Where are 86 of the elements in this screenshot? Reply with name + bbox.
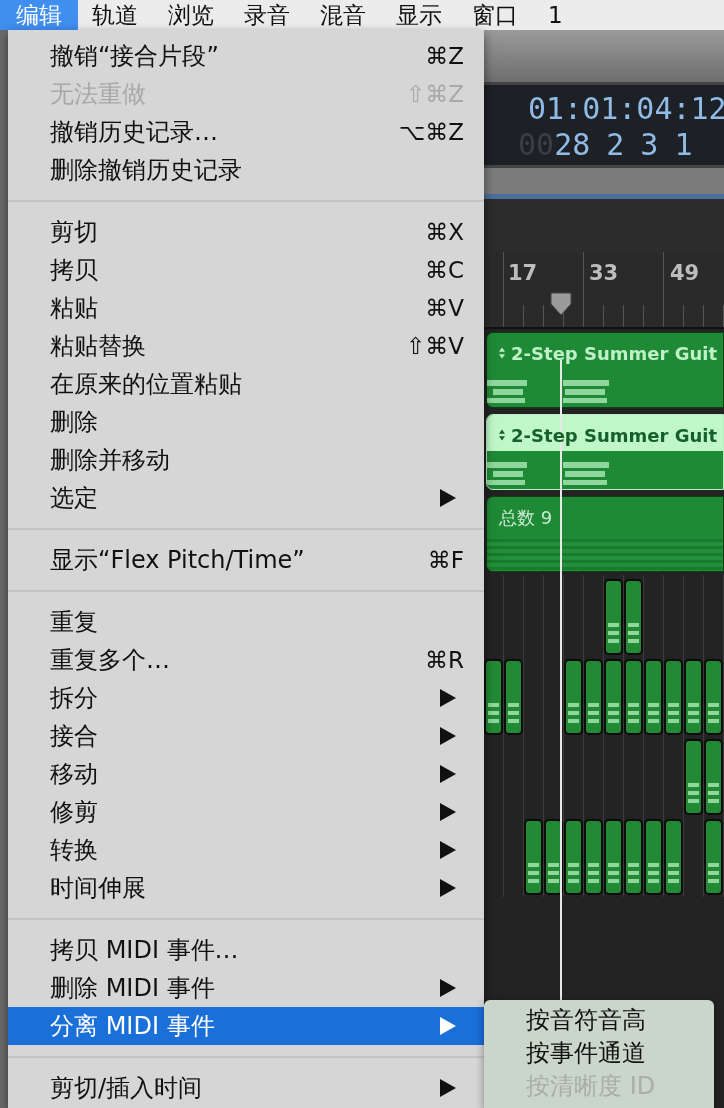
menu-item[interactable]: 接合 xyxy=(8,717,484,755)
midi-region[interactable] xyxy=(604,819,623,895)
menu-item[interactable]: 显示“Flex Pitch/Time” ⌘F xyxy=(8,541,484,579)
ruler-number: 17 xyxy=(508,260,538,287)
midi-region[interactable] xyxy=(684,659,703,735)
time-display: 01:01:04:12 xyxy=(528,91,724,127)
menu-item[interactable]: 时间伸展 xyxy=(8,869,484,907)
menu-item[interactable]: 按事件通道 xyxy=(484,1037,714,1070)
menu-item[interactable]: 转换 xyxy=(8,831,484,869)
midi-region[interactable] xyxy=(564,659,583,735)
bar-position-digits: 28 xyxy=(554,127,591,163)
shortcut-label: ⌘X xyxy=(425,217,464,247)
menu-bar-item[interactable]: 浏览 xyxy=(152,0,230,30)
bar-position-digits: 3 xyxy=(640,127,659,163)
submenu-arrow-icon xyxy=(440,841,456,859)
menu-item[interactable]: 剪切/插入时间 xyxy=(8,1069,484,1107)
midi-region[interactable] xyxy=(604,659,623,735)
menu-item[interactable]: 重复多个… ⌘R xyxy=(8,641,484,679)
midi-region[interactable] xyxy=(624,579,643,655)
submenu-arrow-icon xyxy=(440,979,456,997)
ruler-number: 33 xyxy=(589,260,619,287)
bar-position-digits: 1 xyxy=(674,127,693,163)
menu-item[interactable]: 拷贝 ⌘C xyxy=(8,251,484,289)
submenu-arrow-icon xyxy=(440,803,456,821)
midi-region[interactable] xyxy=(584,659,603,735)
midi-region[interactable] xyxy=(684,739,703,815)
region-name: 2-Step Summer Guit xyxy=(511,423,717,448)
menu-bar-item[interactable]: 窗口 xyxy=(456,0,534,30)
menu-item[interactable]: 粘贴 ⌘V xyxy=(8,289,484,327)
midi-region[interactable] xyxy=(524,819,543,895)
midi-region[interactable] xyxy=(644,659,663,735)
menu-item[interactable]: 剪切 ⌘X xyxy=(8,213,484,251)
menu-item[interactable]: 移动 xyxy=(8,755,484,793)
menu-bar-item[interactable]: 1 xyxy=(532,0,579,30)
bar-position-digits: 2 xyxy=(606,127,625,163)
shortcut-label: ⇧⌘V xyxy=(406,331,464,361)
menu-item[interactable]: 分离 MIDI 事件 xyxy=(8,1007,484,1045)
menu-item[interactable]: 删除 MIDI 事件 xyxy=(8,969,484,1007)
menu-item[interactable]: 删除 xyxy=(8,403,484,441)
menu-item[interactable]: 重复 xyxy=(8,603,484,641)
midi-region[interactable] xyxy=(704,819,723,895)
menu-item[interactable]: 撤销“接合片段” ⌘Z xyxy=(8,37,484,75)
submenu-arrow-icon xyxy=(440,689,456,707)
shortcut-label: ⌘V xyxy=(425,293,464,323)
midi-region[interactable] xyxy=(664,659,683,735)
midi-region[interactable] xyxy=(604,579,623,655)
shortcut-label: ⌘R xyxy=(425,645,464,675)
region-name: 总数 9 xyxy=(499,505,553,530)
submenu-arrow-icon xyxy=(440,1079,456,1097)
submenu-arrow-icon xyxy=(440,765,456,783)
midi-region[interactable] xyxy=(624,659,643,735)
shortcut-label: ⌘C xyxy=(424,255,464,285)
menu-bar-item[interactable]: 显示 xyxy=(380,0,458,30)
menu-item[interactable]: 撤销历史记录… ⌥⌘Z xyxy=(8,113,484,151)
menu-bar-item[interactable]: 混音 xyxy=(304,0,382,30)
midi-region[interactable] xyxy=(664,819,683,895)
midi-region[interactable] xyxy=(644,819,663,895)
submenu-arrow-icon xyxy=(440,879,456,897)
submenu-arrow-icon xyxy=(440,727,456,745)
shortcut-label: ⌥⌘Z xyxy=(398,117,464,147)
menu-item[interactable]: 粘贴替换 ⇧⌘V xyxy=(8,327,484,365)
midi-region[interactable] xyxy=(704,659,723,735)
midi-region[interactable] xyxy=(584,819,603,895)
shortcut-label: ⌘Z xyxy=(425,41,464,71)
playhead-icon xyxy=(550,292,572,316)
menu-bar-item[interactable]: 轨道 xyxy=(76,0,154,30)
midi-region[interactable] xyxy=(704,739,723,815)
menu-item[interactable]: 拷贝 MIDI 事件… xyxy=(8,931,484,969)
midi-region[interactable] xyxy=(504,659,523,735)
menu-item[interactable]: 选定 xyxy=(8,479,484,517)
region-name: 2-Step Summer Guit xyxy=(511,341,717,366)
midi-region[interactable] xyxy=(484,659,503,735)
submenu-arrow-icon xyxy=(440,1017,456,1035)
menu-item[interactable]: 删除撤销历史记录 xyxy=(8,151,484,189)
midi-region[interactable] xyxy=(624,819,643,895)
menu-item[interactable]: 在原来的位置粘贴 xyxy=(8,365,484,403)
menu-item[interactable]: 拆分 xyxy=(8,679,484,717)
submenu-arrow-icon xyxy=(440,489,456,507)
menu-item[interactable]: 删除并移动 xyxy=(8,441,484,479)
menu-item[interactable]: 修剪 xyxy=(8,793,484,831)
shortcut-label: ⌘F xyxy=(427,545,464,575)
midi-region[interactable] xyxy=(564,819,583,895)
ruler-number: 49 xyxy=(670,260,700,287)
menu-bar-item[interactable]: 录音 xyxy=(228,0,306,30)
audio-region[interactable]: 2-Step Summer Guit xyxy=(486,414,724,490)
menu-item[interactable]: 按音符音高 xyxy=(484,1004,714,1037)
